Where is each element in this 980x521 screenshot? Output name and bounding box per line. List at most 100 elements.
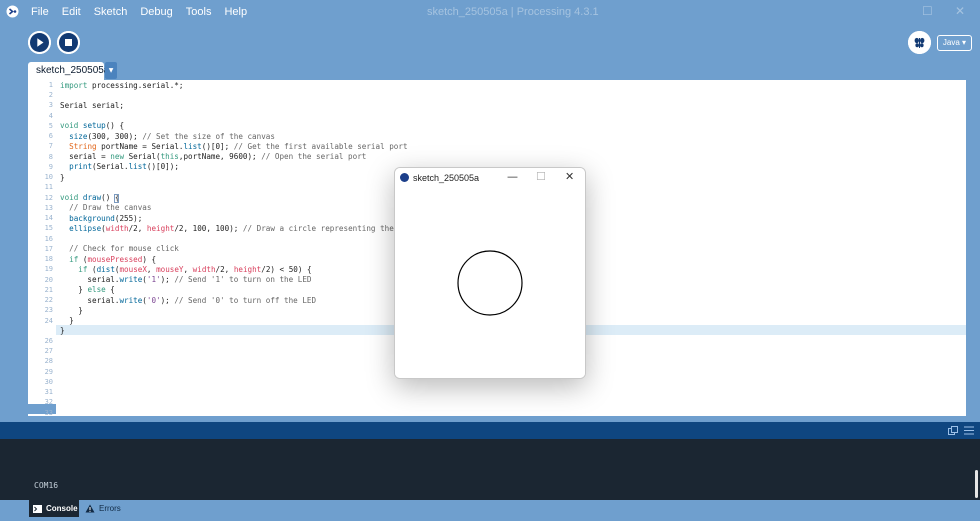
code-token: } [60, 316, 74, 326]
code-token: width [105, 223, 129, 233]
clear-console-icon[interactable] [964, 426, 974, 435]
line-number: 7 [48, 142, 53, 151]
code-line[interactable]: // Draw the canvas [60, 203, 151, 212]
menu-sketch[interactable]: Sketch [94, 6, 128, 18]
warning-icon [85, 504, 95, 513]
menu-help[interactable]: Help [224, 6, 247, 18]
window-title: sketch_250505a | Processing 4.3.1 [427, 6, 599, 18]
code-token: String [69, 141, 97, 151]
sketch-canvas[interactable] [395, 188, 585, 378]
code-line[interactable]: ellipse(width/2, height/2, 100, 100); //… [60, 224, 412, 233]
code-line[interactable]: Serial serial; [60, 101, 124, 110]
menu-edit[interactable]: Edit [62, 6, 81, 18]
menu-file[interactable]: File [31, 6, 49, 18]
code-token: } [60, 326, 65, 336]
code-token: else [87, 285, 106, 295]
stop-button[interactable] [57, 31, 80, 54]
code-line[interactable]: serial.write('1'); // Send '1' to turn o… [60, 275, 311, 284]
line-number: 11 [44, 183, 53, 192]
sketch-window-titlebar[interactable]: sketch_250505a — ☐ ✕ [395, 168, 585, 188]
code-line[interactable]: } else { [60, 285, 115, 294]
code-line[interactable]: background(255); [60, 214, 142, 223]
code-token: // Get the first available serial port [233, 141, 408, 151]
line-number: 6 [48, 132, 53, 141]
code-line[interactable]: } [60, 173, 65, 182]
sketch-minimize-button[interactable]: — [507, 170, 518, 183]
code-line[interactable]: } [60, 306, 83, 315]
line-number: 32 [44, 398, 53, 407]
debug-button[interactable] [908, 31, 931, 54]
errors-tab-label: Errors [99, 504, 121, 513]
code-token: new [110, 152, 125, 162]
code-token: () { [105, 121, 125, 131]
code-token: /2, 100, 100); [174, 223, 243, 233]
code-token: serial. [60, 295, 120, 305]
tab-menu-button[interactable]: ▼ [105, 62, 117, 79]
sketch-window-icon [400, 173, 409, 182]
sketch-close-button[interactable]: ✕ [565, 170, 574, 183]
code-token: width [192, 264, 216, 274]
code-token: list [183, 141, 202, 151]
sketch-maximize-button[interactable]: ☐ [536, 170, 546, 183]
code-line[interactable]: serial = new Serial(this,portName, 9600)… [60, 152, 366, 161]
code-line[interactable]: import processing.serial.*; [60, 81, 183, 90]
menu-debug[interactable]: Debug [140, 6, 172, 18]
line-number: 25 [44, 326, 53, 335]
code-line[interactable]: void draw() { [60, 193, 119, 202]
code-line[interactable]: print(Serial.list()[0]); [60, 162, 179, 171]
code-line[interactable]: } [60, 326, 65, 335]
code-line[interactable]: // Check for mouse click [60, 244, 179, 253]
line-number: 2 [48, 91, 53, 100]
console-output: COM16 [34, 481, 59, 490]
tab-console[interactable]: Console [29, 500, 79, 517]
code-token: , [146, 264, 157, 274]
code-token: '1' [146, 275, 161, 285]
line-number: 19 [44, 265, 53, 274]
code-token: ellipse [69, 223, 102, 233]
code-token: } [60, 305, 83, 315]
console-scrollbar[interactable] [975, 470, 978, 498]
sketch-window-title: sketch_250505a [413, 173, 480, 183]
tab-sketch[interactable]: sketch_250505a [28, 62, 109, 80]
code-token: draw [82, 193, 102, 203]
code-line[interactable]: String portName = Serial.list()[0]; // G… [60, 141, 408, 151]
code-token: '0' [146, 295, 161, 305]
line-number: 28 [44, 357, 53, 366]
code-token: Serial serial; [60, 100, 125, 110]
code-token: // Open the serial port [261, 152, 367, 162]
code-token: void [60, 193, 79, 203]
code-token: mouseY [156, 264, 184, 274]
copy-icon[interactable] [948, 426, 958, 435]
code-token: } [60, 172, 65, 182]
line-number: 12 [44, 193, 53, 202]
code-token: } [60, 285, 88, 295]
line-number: 24 [44, 316, 53, 325]
tab-errors[interactable]: Errors [85, 500, 121, 517]
code-line[interactable]: if (mousePressed) { [60, 255, 156, 264]
code-line[interactable]: void setup() { [60, 121, 124, 130]
code-line[interactable]: if (dist(mouseX, mouseY, width/2, height… [60, 264, 311, 274]
mode-select[interactable]: Java ▾ [937, 35, 972, 51]
console-panel[interactable] [0, 439, 980, 500]
play-icon [28, 31, 51, 54]
butterfly-icon [908, 31, 931, 54]
sketch-window[interactable]: sketch_250505a — ☐ ✕ [394, 167, 586, 379]
line-number: 8 [48, 152, 53, 161]
run-button[interactable] [28, 31, 51, 54]
line-number: 20 [44, 275, 53, 284]
minimize-window-button[interactable]: ☐ [922, 4, 933, 18]
line-number: 17 [44, 244, 53, 253]
close-window-button[interactable]: ✕ [955, 4, 965, 18]
menu-tools[interactable]: Tools [186, 6, 212, 18]
code-line[interactable]: size(300, 300); // Set the size of the c… [60, 132, 275, 141]
bracket-match-marker [114, 194, 119, 203]
code-line[interactable]: serial.write('0'); // Send '0' to turn o… [60, 296, 316, 305]
code-line[interactable]: } [60, 316, 74, 325]
code-token: ); [160, 275, 175, 285]
stop-icon [57, 31, 80, 54]
